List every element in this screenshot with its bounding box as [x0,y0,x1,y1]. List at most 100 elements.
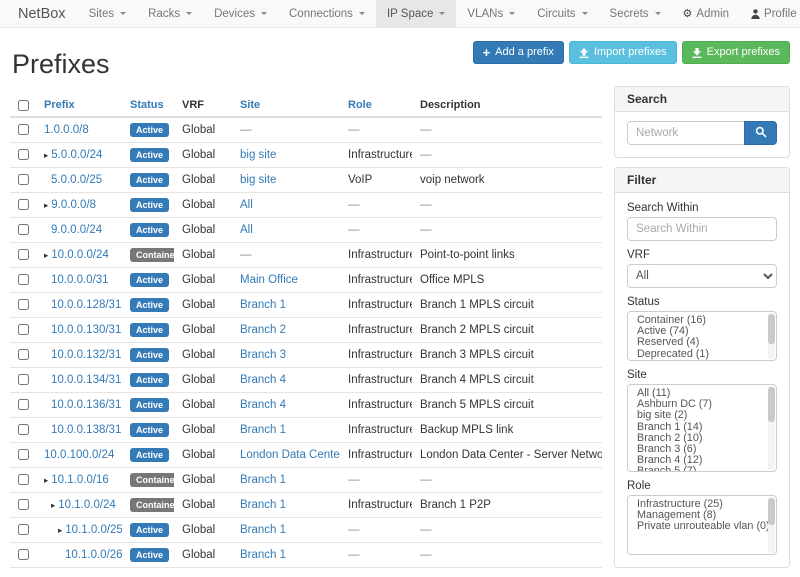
role-option[interactable]: Management (8) [628,510,776,521]
prefix-link[interactable]: 10.1.0.0/24 [58,499,116,511]
prefix-link[interactable]: 5.0.0.0/24 [51,149,102,161]
row-checkbox[interactable] [18,374,29,385]
row-checkbox[interactable] [18,174,29,185]
row-checkbox[interactable] [18,349,29,360]
search-within-input[interactable] [627,217,777,241]
row-checkbox[interactable] [18,474,29,485]
status-listbox[interactable]: Container (16)Active (74)Reserved (4)Dep… [627,311,777,361]
nav-item-vlans[interactable]: VLANs [456,0,526,27]
sort-link[interactable]: Status [130,99,164,111]
prefix-link[interactable]: 9.0.0.0/24 [51,224,102,236]
row-checkbox[interactable] [18,524,29,535]
prefix-link[interactable]: 10.0.0.0/31 [51,274,109,286]
row-checkbox[interactable] [18,149,29,160]
sort-link[interactable]: Site [240,99,260,111]
row-checkbox[interactable] [18,124,29,135]
role-option[interactable]: Private unrouteable vlan (0) [628,521,776,532]
export-prefixes-button[interactable]: Export prefixes [682,41,790,64]
prefix-link[interactable]: 10.0.0.0/24 [51,249,109,261]
site-link[interactable]: big site [240,174,276,186]
site-link[interactable]: big site [240,149,276,161]
column-header-prefix[interactable]: Prefix [36,94,122,117]
prefix-link[interactable]: 10.0.0.130/31 [51,324,121,336]
site-option[interactable]: big site (2) [628,410,776,421]
site-option[interactable]: Branch 2 (10) [628,433,776,444]
prefix-link[interactable]: 10.0.0.138/31 [51,424,121,436]
role-option[interactable]: Infrastructure (25) [628,499,776,510]
site-option[interactable]: Branch 3 (6) [628,444,776,455]
nav-item-profile[interactable]: Profile [740,0,800,27]
prefix-link[interactable]: 10.0.100.0/24 [44,449,114,461]
site-link[interactable]: All [240,224,253,236]
sort-link[interactable]: Role [348,99,372,111]
add-a-prefix-button[interactable]: +Add a prefix [473,41,564,64]
nav-item-devices[interactable]: Devices [203,0,278,27]
role-scrollbar[interactable] [768,497,775,553]
nav-item-connections[interactable]: Connections [278,0,376,27]
prefix-link[interactable]: 5.0.0.0/25 [51,174,102,186]
site-link[interactable]: All [240,199,253,211]
nav-item-sites[interactable]: Sites [78,0,138,27]
row-checkbox[interactable] [18,549,29,560]
row-checkbox[interactable] [18,424,29,435]
site-link[interactable]: Branch 1 [240,524,286,536]
status-scrollbar[interactable] [768,313,775,359]
search-button[interactable] [744,121,777,145]
column-header-status[interactable]: Status [122,94,174,117]
prefix-link[interactable]: 10.1.0.0/25 [65,524,122,536]
site-link[interactable]: Main Office [240,274,298,286]
prefix-link[interactable]: 10.0.0.128/31 [51,299,121,311]
site-link[interactable]: Branch 1 [240,549,286,561]
brand-link[interactable]: NetBox [6,0,78,27]
nav-item-racks[interactable]: Racks [137,0,203,27]
prefix-link[interactable]: 10.1.0.0/16 [51,474,109,486]
nav-item-admin[interactable]: ⚙Admin [672,0,740,27]
role-listbox[interactable]: Infrastructure (25)Management (8)Private… [627,495,777,555]
row-checkbox[interactable] [18,274,29,285]
prefix-link[interactable]: 10.0.0.132/31 [51,349,121,361]
site-link[interactable]: Branch 1 [240,424,286,436]
row-checkbox[interactable] [18,324,29,335]
import-prefixes-button[interactable]: Import prefixes [569,41,677,64]
status-option[interactable]: Deprecated (1) [628,349,776,360]
site-option[interactable]: Ashburn DC (7) [628,399,776,410]
prefix-link[interactable]: 1.0.0.0/8 [44,124,89,136]
site-option[interactable]: All (11) [628,388,776,399]
prefix-link[interactable]: 10.1.0.0/26 [65,549,122,561]
site-link[interactable]: Branch 4 [240,399,286,411]
row-checkbox[interactable] [18,224,29,235]
row-checkbox[interactable] [18,299,29,310]
site-option[interactable]: Branch 1 (14) [628,422,776,433]
site-link[interactable]: Branch 1 [240,474,286,486]
row-checkbox[interactable] [18,399,29,410]
site-scrollbar[interactable] [768,386,775,470]
select-all-checkbox[interactable] [18,100,29,111]
row-checkbox[interactable] [18,249,29,260]
vrf-select[interactable]: All [627,264,777,288]
site-listbox[interactable]: All (11)Ashburn DC (7)big site (2)Branch… [627,384,777,472]
site-link[interactable]: Branch 3 [240,349,286,361]
nav-item-ip-space[interactable]: IP Space [376,0,456,27]
site-link[interactable]: London Data Center [240,449,340,461]
prefix-link[interactable]: 9.0.0.0/8 [51,199,96,211]
status-option[interactable]: Active (74) [628,326,776,337]
site-link[interactable]: Branch 1 [240,299,286,311]
site-option[interactable]: Branch 5 (7) [628,466,776,472]
site-option[interactable]: Branch 4 (12) [628,455,776,466]
search-input[interactable] [627,121,744,145]
site-link[interactable]: Branch 2 [240,324,286,336]
prefix-link[interactable]: 10.0.0.134/31 [51,374,121,386]
column-header-role[interactable]: Role [340,94,412,117]
prefix-link[interactable]: 10.0.0.136/31 [51,399,121,411]
row-checkbox[interactable] [18,449,29,460]
site-link[interactable]: Branch 4 [240,374,286,386]
row-checkbox[interactable] [18,199,29,210]
column-header-site[interactable]: Site [232,94,340,117]
status-option[interactable]: Reserved (4) [628,337,776,348]
nav-item-secrets[interactable]: Secrets [599,0,672,27]
status-option[interactable]: Container (16) [628,315,776,326]
sort-link[interactable]: Prefix [44,99,75,111]
row-checkbox[interactable] [18,499,29,510]
site-link[interactable]: Branch 1 [240,499,286,511]
nav-item-circuits[interactable]: Circuits [526,0,598,27]
